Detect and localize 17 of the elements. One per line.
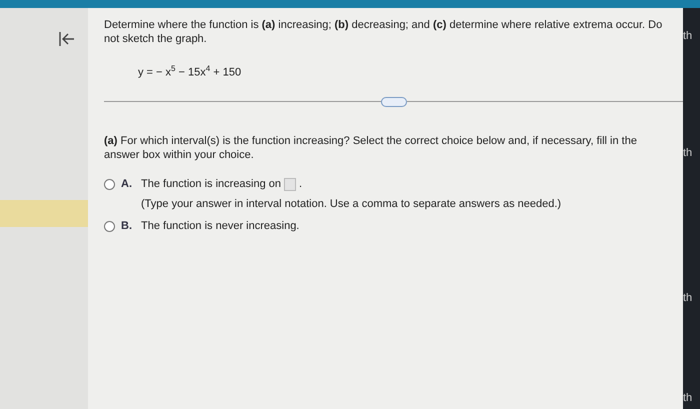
cut-off-text: th xyxy=(683,147,694,161)
period-text: . xyxy=(299,178,302,190)
choice-text: The function is never increasing. xyxy=(141,220,300,232)
cut-off-text: th xyxy=(683,292,694,306)
choice-letter: A. xyxy=(121,178,133,190)
cut-off-text: th xyxy=(683,30,694,44)
choice-text: The function is increasing on xyxy=(141,178,282,190)
hint-text: (Type your answer in interval notation. Use a comma to separate answers as needed.) xyxy=(141,198,562,210)
equation: y = − x$^{5}$ − 15x$^{4}$ + 150 xyxy=(138,64,242,79)
cut-off-text: th xyxy=(683,392,694,406)
back-icon[interactable] xyxy=(58,30,76,48)
radio-button[interactable] xyxy=(104,220,115,232)
radio-button[interactable] xyxy=(104,178,115,190)
choice-letter: B. xyxy=(121,220,133,232)
more-button[interactable] xyxy=(380,96,406,107)
part-prompt: (a) For which interval(s) is the function increasing? Select the correct choice below and, if necessary, fill in the answer box within your choice. xyxy=(104,134,638,162)
question-text: Determine where the function is (a) increasing; (b) decreasing; and (c) determine where relative extrema occur. Do not sketch the graph. xyxy=(104,18,664,46)
